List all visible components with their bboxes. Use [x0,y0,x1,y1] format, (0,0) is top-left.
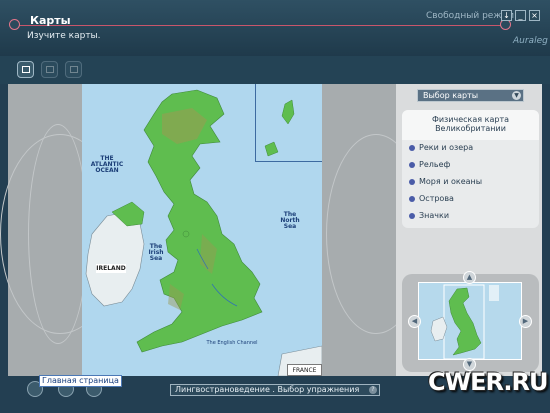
download-icon[interactable]: ↓ [501,10,512,21]
ireland-landmass [85,211,145,307]
toolbar [0,56,550,84]
label-atlantic-ocean: THE ATLANTIC OCEAN [90,155,124,174]
close-icon[interactable]: × [529,10,540,21]
toolbar-button-2[interactable] [41,61,58,78]
isle-of-man [182,230,190,238]
app-window: Карты Изучите карты. Свободный режим ↓ _… [0,0,550,413]
page-subtitle: Изучите карты. [27,31,101,41]
page-title: Карты [30,14,71,27]
navigator-minimap[interactable] [418,282,522,360]
navigator-inset [489,285,499,301]
layer-item-relief[interactable]: Рельеф [409,160,450,169]
layer-item-islands[interactable]: Острова [409,194,454,203]
navigator-graphic [430,284,499,359]
map-view-button[interactable] [17,61,34,78]
brand-logo: Auraleg [513,36,548,46]
label-ireland: IRELAND [96,264,126,273]
rail-left-knob [9,19,20,30]
header-bar: Карты Изучите карты. Свободный режим ↓ _… [0,0,550,56]
uk-physical-map[interactable]: THE ATLANTIC OCEAN The North Sea The Iri… [82,84,322,376]
label-france: FRANCE [287,364,322,376]
toolbar-button-3[interactable] [65,61,82,78]
watermark: CWER.RU [428,368,548,396]
map-select-label: Выбор карты [423,91,479,100]
map-select-dropdown[interactable]: Выбор карты ▼ [417,89,524,102]
navigator-ireland [430,316,448,342]
globe-decoration-left-inner [28,124,88,344]
layer-item-seas[interactable]: Моря и океаны [409,177,482,186]
status-text: Лингвострановедение . Выбор упражнения [175,385,360,394]
navigate-up-icon[interactable]: ▲ [463,271,476,284]
layer-item-rivers[interactable]: Реки и озера [409,143,473,152]
map-view-icon [22,66,30,73]
header-rail [10,25,508,26]
label-irish-sea: The Irish Sea [148,243,164,262]
toolbar-icon-2 [46,66,54,73]
navigator-britain [448,287,482,356]
navigate-right-icon[interactable]: ▶ [519,315,532,328]
toolbar-icon-3 [70,66,78,73]
home-tooltip: Главная страница [39,375,122,387]
status-breadcrumb: Лингвострановедение . Выбор упражнения ? [170,384,380,396]
label-english-channel: The English Channel [206,340,258,346]
layer-menu-heading: Физическая карта Великобритании [402,110,539,140]
layer-item-symbols[interactable]: Значки [409,211,449,220]
map-inset-frame [255,84,322,162]
navigate-left-icon[interactable]: ◀ [408,315,421,328]
help-icon[interactable]: ? [369,386,377,394]
chevron-down-icon: ▼ [512,91,521,100]
minimize-icon[interactable]: _ [515,10,526,21]
label-north-sea: The North Sea [280,211,300,230]
